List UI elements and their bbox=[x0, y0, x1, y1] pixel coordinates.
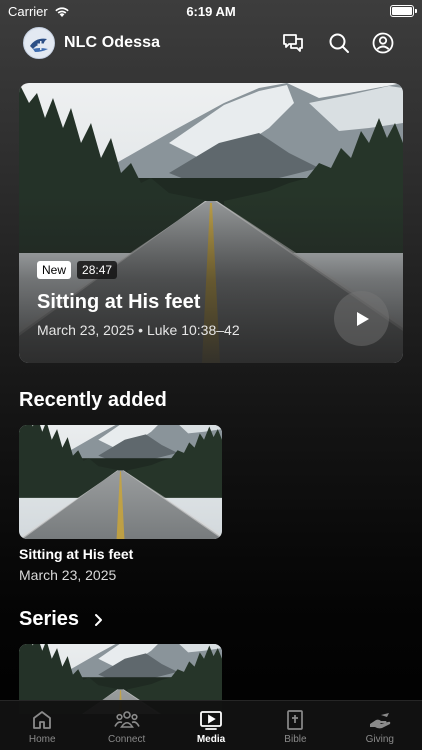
series-heading: Series bbox=[19, 608, 80, 630]
tab-home-label: Home bbox=[28, 734, 56, 745]
tab-bible-label: Bible bbox=[284, 734, 307, 745]
church-logo-icon bbox=[25, 29, 54, 58]
home-icon bbox=[33, 711, 52, 729]
tab-bible[interactable]: Bible bbox=[253, 701, 337, 750]
status-bar: Carrier 6:19 AM bbox=[0, 0, 422, 24]
people-icon bbox=[113, 711, 140, 728]
recent-sermon-title: Sitting at His feet bbox=[19, 546, 134, 562]
featured-title: Sitting at His feet bbox=[37, 291, 201, 313]
recent-sermon-date: March 23, 2025 bbox=[19, 567, 117, 583]
tab-home[interactable]: Home bbox=[0, 701, 84, 750]
play-screen-icon bbox=[200, 711, 222, 730]
play-button[interactable] bbox=[334, 291, 389, 346]
search-button[interactable] bbox=[327, 31, 351, 55]
recently-added-heading: Recently added bbox=[19, 389, 167, 411]
tab-media[interactable]: Media bbox=[169, 701, 253, 750]
featured-sermon-card[interactable]: New 28:47 Sitting at His feet March 23, … bbox=[19, 83, 403, 363]
tab-giving-label: Giving bbox=[365, 734, 394, 745]
app-title: NLC Odessa bbox=[64, 34, 161, 51]
tab-media-label: Media bbox=[196, 734, 226, 745]
user-circle-icon bbox=[372, 32, 394, 54]
chat-bubbles-icon bbox=[283, 34, 303, 52]
bottom-tab-bar: Home Connect Media Bible Giving bbox=[0, 700, 422, 750]
new-badge: New bbox=[37, 261, 72, 279]
play-icon bbox=[356, 311, 369, 326]
messages-button[interactable] bbox=[281, 31, 305, 55]
recent-sermon-card[interactable]: Sitting at His feet March 23, 2025 bbox=[19, 425, 222, 583]
account-button[interactable] bbox=[371, 31, 395, 55]
featured-meta: March 23, 2025 • Luke 10:38–42 bbox=[37, 322, 240, 338]
tab-connect[interactable]: Connect bbox=[84, 701, 168, 750]
search-icon bbox=[329, 33, 349, 53]
series-header[interactable]: Series bbox=[19, 608, 103, 631]
tab-giving[interactable]: Giving bbox=[338, 701, 422, 750]
hero-badges: New 28:47 bbox=[37, 261, 118, 279]
bible-icon bbox=[287, 710, 304, 730]
tab-connect-label: Connect bbox=[107, 734, 146, 745]
mountain-road-image bbox=[19, 425, 222, 539]
recent-sermon-thumbnail bbox=[19, 425, 222, 539]
chevron-right-icon bbox=[95, 613, 103, 626]
duration-badge: 28:47 bbox=[77, 261, 118, 279]
app-header: NLC Odessa bbox=[0, 26, 422, 62]
battery-icon bbox=[390, 5, 417, 17]
church-logo-avatar[interactable] bbox=[23, 27, 55, 59]
giving-hand-icon bbox=[369, 713, 391, 729]
clock: 6:19 AM bbox=[186, 4, 236, 19]
